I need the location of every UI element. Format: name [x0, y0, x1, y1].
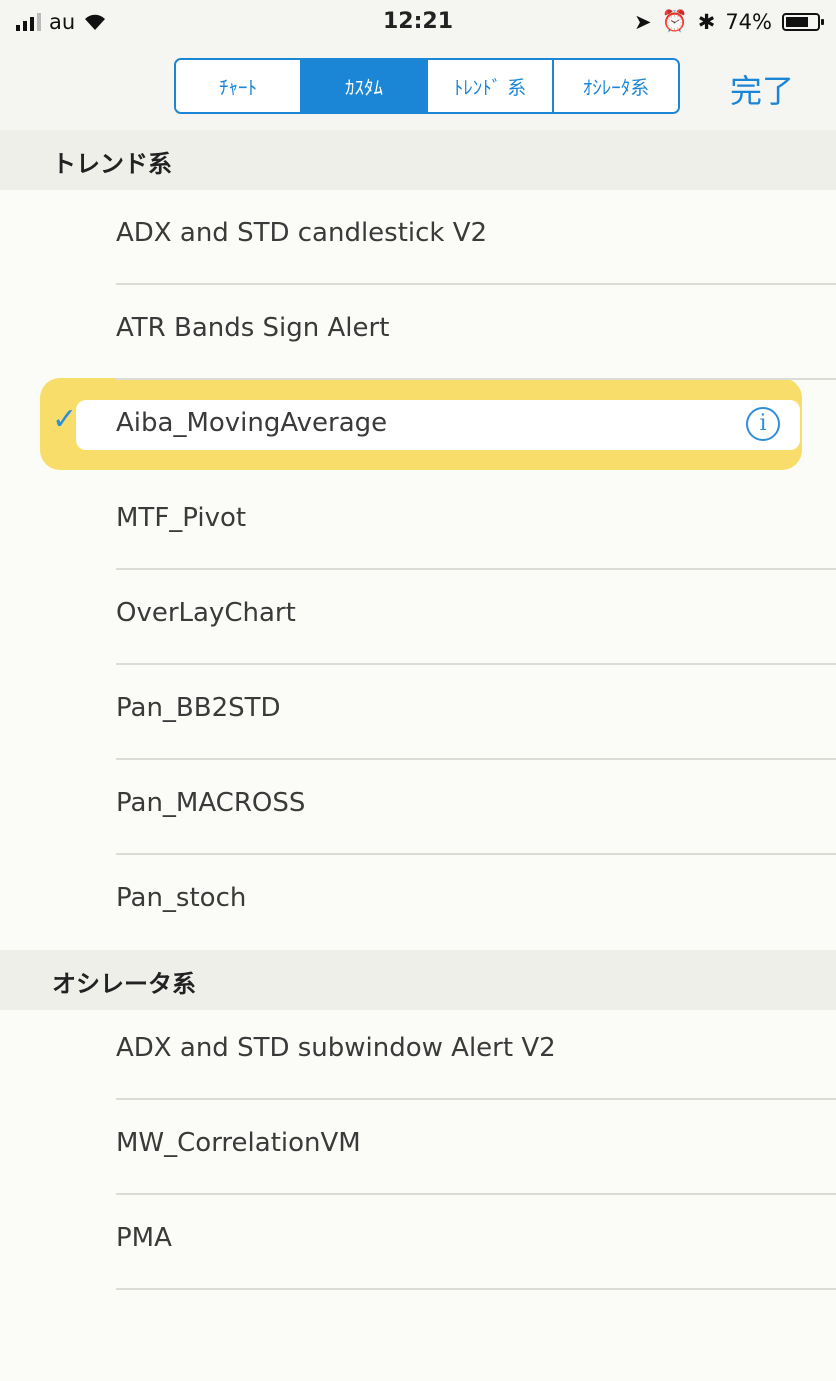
- battery-percent: 74%: [725, 9, 772, 34]
- battery-icon: [782, 12, 824, 31]
- list-item-label: Aiba_MovingAverage: [116, 408, 388, 438]
- section-header-trend: トレンド系: [0, 130, 836, 190]
- alarm-icon: ⏰: [661, 9, 688, 33]
- row-divider: [116, 1288, 836, 1290]
- list-item-selected[interactable]: Aiba_MovingAverage: [0, 380, 836, 475]
- tab-custom[interactable]: ｶｽﾀﾑ: [302, 60, 428, 112]
- status-bar: au 12:21 ➤ ⏰ ✱ 74%: [0, 0, 836, 46]
- list-item-label: ADX and STD subwindow Alert V2: [116, 1033, 556, 1063]
- checkmark-icon: ✓: [52, 402, 78, 437]
- list-item[interactable]: PMA: [0, 1195, 836, 1290]
- list-item[interactable]: ADX and STD subwindow Alert V2: [0, 1005, 836, 1100]
- list-item-label: PMA: [116, 1223, 172, 1253]
- tab-trend[interactable]: ﾄﾚﾝﾄﾞ 系: [428, 60, 554, 112]
- list-item-label: Pan_BB2STD: [116, 693, 281, 723]
- battery-cap: [821, 18, 824, 25]
- list-item[interactable]: Pan_BB2STD: [0, 665, 836, 760]
- section-title: トレンド系: [52, 150, 172, 178]
- list-item-label: Pan_stoch: [116, 883, 247, 913]
- list-item[interactable]: OverLayChart: [0, 570, 836, 665]
- list-item-label: ADX and STD candlestick V2: [116, 218, 488, 248]
- list-item[interactable]: ADX and STD candlestick V2: [0, 190, 836, 285]
- list-item-label: ATR Bands Sign Alert: [116, 313, 390, 343]
- segmented-control: ﾁｬｰﾄ ｶｽﾀﾑ ﾄﾚﾝﾄﾞ 系 ｵｼﾚｰﾀ系: [174, 58, 680, 114]
- list-item[interactable]: MTF_Pivot: [0, 475, 836, 570]
- battery-fill: [786, 16, 809, 27]
- list-item-label: MTF_Pivot: [116, 503, 247, 533]
- info-icon[interactable]: i: [746, 407, 780, 441]
- tab-chart[interactable]: ﾁｬｰﾄ: [176, 60, 302, 112]
- bluetooth-icon: ✱: [697, 9, 716, 34]
- list-item[interactable]: MW_CorrelationVM: [0, 1100, 836, 1195]
- list-item-label: MW_CorrelationVM: [116, 1128, 361, 1158]
- list-item[interactable]: Pan_MACROSS: [0, 760, 836, 855]
- section-header-oscillator: オシレータ系: [0, 950, 836, 1010]
- location-icon: ➤: [633, 9, 652, 34]
- list-item-label: OverLayChart: [116, 598, 296, 628]
- list-item[interactable]: Pan_stoch: [0, 855, 836, 950]
- section-title: オシレータ系: [52, 970, 196, 998]
- list-item-label: Pan_MACROSS: [116, 788, 306, 818]
- list-item[interactable]: ATR Bands Sign Alert: [0, 285, 836, 380]
- status-right: ➤ ⏰ ✱ 74%: [633, 9, 824, 34]
- done-button[interactable]: 完了: [730, 66, 794, 112]
- nav-bar: ﾁｬｰﾄ ｶｽﾀﾑ ﾄﾚﾝﾄﾞ 系 ｵｼﾚｰﾀ系 完了: [0, 46, 836, 130]
- tab-oscillator[interactable]: ｵｼﾚｰﾀ系: [554, 60, 678, 112]
